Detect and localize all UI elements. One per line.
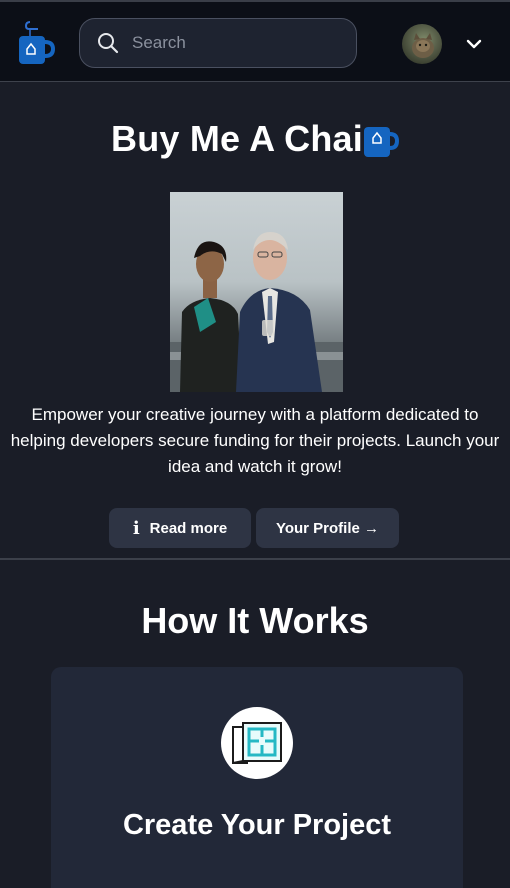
read-more-button[interactable]: i Read more — [109, 508, 251, 548]
search-icon — [98, 33, 119, 54]
blueprint-icon — [221, 707, 293, 779]
how-it-works-title: How It Works — [141, 600, 369, 641]
cat-photo-icon — [412, 33, 434, 58]
top-navbar — [0, 0, 510, 82]
hero-title: Buy Me A Chai — [0, 118, 510, 161]
chevron-down-icon[interactable] — [464, 34, 484, 54]
hero-image — [170, 192, 343, 392]
read-more-label: Read more — [149, 519, 228, 537]
avatar[interactable] — [402, 24, 442, 64]
tea-cup-icon — [363, 127, 399, 157]
step-card-title: Create Your Project — [122, 809, 392, 841]
search-bar[interactable] — [79, 18, 357, 68]
hero-description: Empower your creative journey with a pla… — [10, 405, 500, 476]
search-input[interactable] — [132, 33, 332, 53]
info-icon: i — [132, 517, 140, 539]
hero-section: Buy Me A Chai Empower your creative jour… — [0, 82, 510, 560]
step-card: Create Your Project — [51, 667, 463, 888]
tea-cup-icon[interactable] — [16, 18, 56, 68]
hero-title-text: Buy Me A Chai — [111, 118, 363, 159]
your-profile-label: Your Profile → — [275, 519, 380, 537]
your-profile-button[interactable]: Your Profile → — [256, 508, 399, 548]
two-people-photo — [170, 232, 343, 392]
